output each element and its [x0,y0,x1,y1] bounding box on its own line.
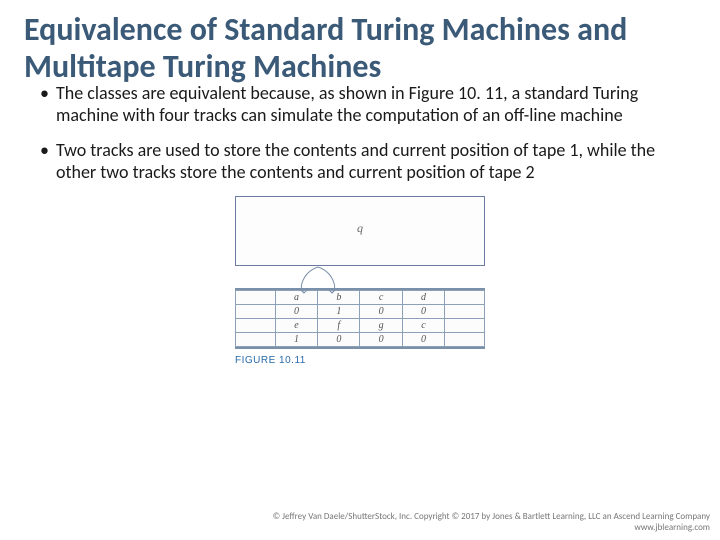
copyright-url: www.jblearning.com [273,523,710,534]
figure-tape-table: abcd 0100 efgc 1000 [235,290,485,347]
table-row: 1000 [236,332,485,346]
figure-state-label: q [357,221,363,236]
bullet-item: Two tracks are used to store the content… [56,139,684,184]
figure-arrow-icon [298,265,338,295]
figure: q abcd 0100 [235,196,485,366]
table-row: 0100 [236,304,485,318]
table-row: efgc [236,318,485,332]
figure-container: q abcd 0100 [0,196,720,366]
page-title: Equivalence of Standard Turing Machines … [0,0,720,86]
bullet-list: The classes are equivalent because, as s… [0,82,720,184]
figure-state-box: q [235,196,485,266]
figure-tape: abcd 0100 efgc 1000 [235,288,485,349]
bullet-item: The classes are equivalent because, as s… [56,82,684,127]
table-row: abcd [236,290,485,304]
copyright-text: © Jeffrey Van Daele/ShutterStock, Inc. C… [273,512,710,534]
figure-caption: FIGURE 10.11 [235,355,485,366]
